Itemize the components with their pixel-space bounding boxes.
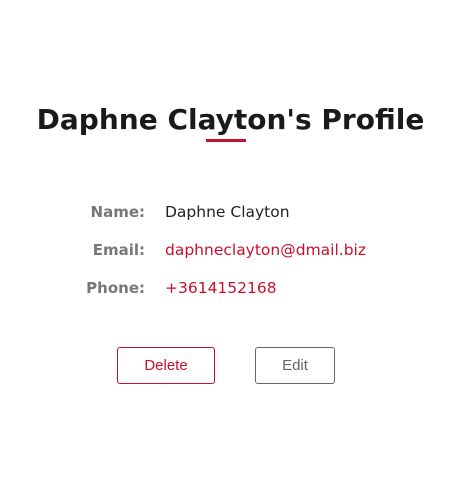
delete-button[interactable]: Delete xyxy=(117,347,215,384)
name-row: Name: Daphne Clayton xyxy=(0,200,461,224)
phone-link[interactable]: +3614152168 xyxy=(165,276,277,300)
email-label: Email: xyxy=(92,241,145,259)
email-link[interactable]: daphneclayton@dmail.biz xyxy=(165,238,366,262)
phone-row: Phone: +3614152168 xyxy=(0,276,461,300)
page-title: Daphne Clayton's Profile xyxy=(36,103,425,136)
title-underline xyxy=(206,139,246,142)
name-label: Name: xyxy=(90,203,145,221)
email-row: Email: daphneclayton@dmail.biz xyxy=(0,238,461,262)
edit-button[interactable]: Edit xyxy=(255,347,335,384)
name-value: Daphne Clayton xyxy=(165,203,290,221)
phone-label: Phone: xyxy=(86,279,145,297)
profile-page: Daphne Clayton's Profile Name: Daphne Cl… xyxy=(0,0,461,487)
